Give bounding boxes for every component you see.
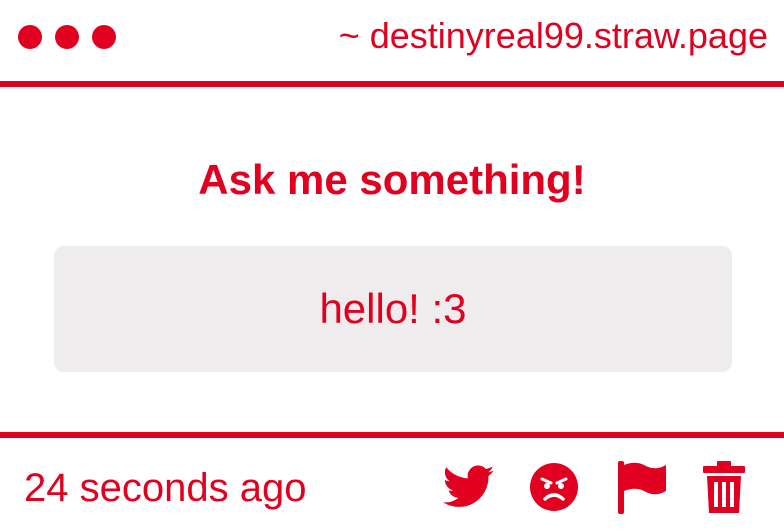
report-button[interactable]	[612, 458, 670, 516]
flag-icon	[618, 461, 666, 514]
header-divider	[0, 81, 784, 87]
timestamp: 24 seconds ago	[24, 466, 307, 510]
footer-divider	[0, 432, 784, 438]
angry-face-icon	[530, 463, 578, 511]
trash-icon	[703, 461, 745, 513]
window-dot-icon	[55, 25, 79, 49]
delete-button[interactable]	[695, 458, 753, 516]
page-title: Ask me something!	[198, 156, 586, 203]
message-card: hello! :3	[54, 246, 732, 372]
twitter-icon	[443, 465, 495, 507]
message-text: hello! :3	[319, 285, 467, 332]
react-angry-button[interactable]	[525, 458, 583, 516]
title-bar: ~ destinyreal99.straw.page	[0, 0, 784, 82]
share-twitter-button[interactable]	[440, 458, 498, 516]
window-dot-icon	[92, 25, 116, 49]
page-url[interactable]: ~ destinyreal99.straw.page	[339, 14, 768, 58]
window-dots	[18, 25, 116, 49]
window-dot-icon	[18, 25, 42, 49]
